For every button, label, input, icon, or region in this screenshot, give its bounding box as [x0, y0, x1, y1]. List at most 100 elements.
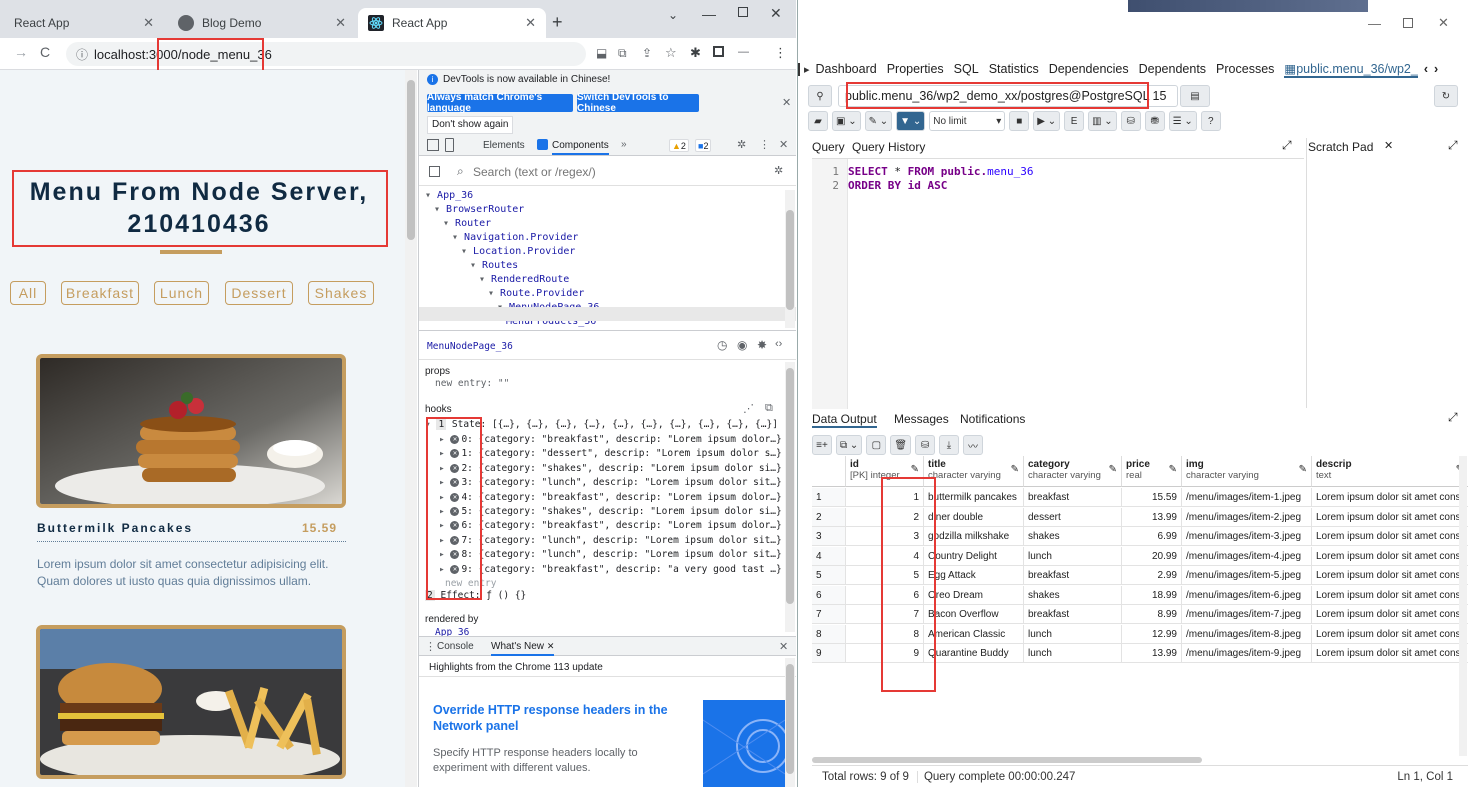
translate-icon[interactable]: ⧉ — [618, 46, 627, 61]
grid-cell[interactable]: Lorem ipsum dolor sit amet cons — [1312, 586, 1468, 605]
grid-vertical-scrollbar[interactable] — [1459, 456, 1467, 756]
tab-components[interactable]: Components — [552, 140, 609, 155]
grid-cell[interactable]: /menu/images/item-6.jpeg — [1182, 585, 1312, 605]
window-close-icon[interactable]: ✕ — [770, 5, 782, 22]
grid-cell[interactable]: Lorem ipsum dolor sit amet cons — [1312, 644, 1468, 663]
refresh-icon[interactable]: ↻ — [1434, 85, 1458, 107]
row-number-cell[interactable]: 2 — [812, 507, 846, 527]
tab-console[interactable]: Console — [437, 641, 474, 652]
copy-icon[interactable]: ⧉ ⌄ — [836, 435, 863, 455]
open-file-icon[interactable]: ▰ — [808, 111, 828, 131]
grid-cell[interactable]: /menu/images/item-9.jpeg — [1182, 644, 1312, 663]
hook-state-item[interactable]: ▸ ✕ 5: {category: "shakes", descrip: "Lor… — [439, 506, 782, 517]
tree-node[interactable]: ▾ Route.Provider — [488, 288, 584, 299]
close-icon[interactable]: ✕ — [782, 96, 791, 109]
grid-cell[interactable]: lunch — [1024, 546, 1122, 566]
column-header-title[interactable]: title character varying ✎ — [924, 456, 1024, 487]
grid-cell[interactable]: lunch — [1024, 644, 1122, 663]
tab-sql[interactable]: SQL — [954, 62, 979, 76]
grid-cell[interactable]: Quarantine Buddy — [924, 644, 1024, 663]
messages-badge[interactable]: ■ 2 — [695, 139, 712, 152]
grid-cell[interactable]: Lorem ipsum dolor sit amet cons — [1312, 508, 1468, 527]
switch-chinese-button[interactable]: Switch DevTools to Chinese — [577, 92, 699, 114]
column-header-img[interactable]: img character varying ✎ — [1182, 456, 1312, 487]
extensions-icon[interactable]: ✱ — [690, 45, 701, 61]
filter-button-dessert[interactable]: Dessert — [225, 281, 293, 305]
tab-data-output[interactable]: Data Output — [812, 412, 877, 428]
settings-gear-icon[interactable]: ✲ — [774, 164, 783, 177]
stop-icon[interactable]: ■ — [1009, 111, 1030, 131]
dont-show-again-button[interactable]: Don't show again — [427, 116, 514, 134]
close-drawer-icon[interactable]: ✕ — [779, 640, 788, 653]
tree-node[interactable]: ▾ BrowserRouter — [434, 204, 524, 215]
grid-cell[interactable]: 13.99 — [1122, 507, 1182, 527]
settings-gear-icon[interactable]: ✲ — [737, 138, 746, 151]
details-scrollbar-thumb[interactable] — [786, 368, 794, 604]
tree-scrollbar[interactable] — [785, 190, 795, 328]
grid-cell[interactable]: /menu/images/item-4.jpeg — [1182, 546, 1312, 566]
tree-node[interactable]: ▾ Location.Provider — [461, 246, 575, 257]
grid-cell[interactable]: Egg Attack — [924, 566, 1024, 585]
hook-state-item[interactable]: ▸ ✕ 0: {category: "breakfast", descrip: "… — [439, 434, 782, 445]
download-icon[interactable]: ⤓ — [939, 435, 960, 455]
explain-analyze-icon[interactable]: ▥ ⌄ — [1088, 111, 1117, 131]
match-language-button[interactable]: Always match Chrome's language — [427, 92, 573, 114]
limit-select[interactable]: No limit ▾ — [929, 111, 1006, 131]
row-number-cell[interactable]: 7 — [812, 605, 846, 624]
row-number-cell[interactable]: 5 — [812, 566, 846, 585]
grid-cell[interactable]: diner double — [924, 507, 1024, 527]
row-number-cell[interactable]: 6 — [812, 585, 846, 605]
grid-cell[interactable]: godzilla milkshake — [924, 527, 1024, 546]
expand-icon[interactable]: ⤢ — [1448, 410, 1458, 425]
grid-cell[interactable]: /menu/images/item-5.jpeg — [1182, 566, 1312, 585]
grid-cell[interactable]: breakfast — [1024, 488, 1122, 507]
hook-state-item[interactable]: ▸ ✕ 9: {category: "breakfast", descrip: "… — [439, 564, 782, 575]
grid-cell[interactable]: lunch — [1024, 624, 1122, 644]
tab-query[interactable]: Query — [812, 140, 845, 154]
inspect-icon[interactable] — [427, 139, 439, 151]
tab-dashboard[interactable]: Dashboard — [816, 62, 877, 76]
copy-icon[interactable]: ⧉ — [765, 402, 773, 415]
grid-cell[interactable]: buttermilk pancakes — [924, 488, 1024, 507]
grid-cell[interactable]: 13.99 — [1122, 644, 1182, 663]
column-header-descrip[interactable]: descriptext✎ — [1312, 456, 1468, 487]
page-scrollbar[interactable] — [405, 70, 417, 787]
grid-cell[interactable]: 2.99 — [1122, 566, 1182, 585]
grid-cell[interactable]: Country Delight — [924, 546, 1024, 566]
component-search-input[interactable] — [473, 163, 763, 181]
connection-status-icon[interactable]: ⚲ — [808, 85, 832, 107]
tab-statistics[interactable]: Statistics — [989, 62, 1039, 76]
bookmark-star-icon[interactable]: ☆ — [665, 45, 677, 61]
tab-scroll-right-icon[interactable]: › — [1434, 62, 1438, 76]
tab-whats-new[interactable]: What's New ✕ — [491, 641, 555, 656]
tree-node[interactable]: ▾ Router — [443, 218, 491, 229]
filter-button-breakfast[interactable]: Breakfast — [61, 281, 139, 305]
maximize-icon[interactable] — [1403, 18, 1413, 28]
filter-icon[interactable]: ▼ ⌄ — [896, 111, 926, 131]
tree-node[interactable]: ▾ RenderedRoute — [479, 274, 569, 285]
grid-cell[interactable]: 12.99 — [1122, 624, 1182, 644]
filter-button-shakes[interactable]: Shakes — [308, 281, 374, 305]
tab-messages[interactable]: Messages — [894, 412, 949, 426]
grid-cell[interactable]: 6.99 — [1122, 527, 1182, 546]
eye-icon[interactable]: ◉ — [737, 338, 747, 352]
grid-cell[interactable]: Lorem ipsum dolor sit amet cons — [1312, 605, 1468, 624]
grid-cell[interactable]: 20.99 — [1122, 546, 1182, 566]
edit-column-icon[interactable]: ✎ — [1109, 464, 1117, 475]
grid-cell[interactable]: Lorem ipsum dolor sit amet cons — [1312, 488, 1468, 507]
feature-title-link[interactable]: Override HTTP response headers in the Ne… — [433, 702, 683, 734]
profile-icon[interactable]: — — [738, 46, 749, 58]
column-header-price[interactable]: price real ✎ — [1122, 456, 1182, 487]
window-close-icon[interactable]: ✕ — [1438, 15, 1449, 31]
address-bar[interactable]: ⓘ localhost:3000/node_menu_36 — [66, 42, 586, 66]
close-devtools-icon[interactable]: ✕ — [779, 138, 788, 151]
browser-tab-blog-demo[interactable]: Blog Demo ✕ — [168, 8, 356, 38]
edit-column-icon[interactable]: ✎ — [1299, 464, 1307, 475]
commit-icon[interactable]: ⛁ — [1120, 111, 1141, 131]
hook-state-item[interactable]: ▸ ✕ 7: {category: "lunch", descrip: "Lore… — [439, 535, 782, 546]
row-number-cell[interactable]: 3 — [812, 527, 846, 546]
grid-cell[interactable]: Lorem ipsum dolor sit amet cons — [1312, 566, 1468, 585]
details-scrollbar[interactable] — [785, 362, 795, 632]
share-icon[interactable]: ⇪ — [642, 46, 652, 60]
close-icon[interactable]: ✕ — [525, 15, 536, 31]
